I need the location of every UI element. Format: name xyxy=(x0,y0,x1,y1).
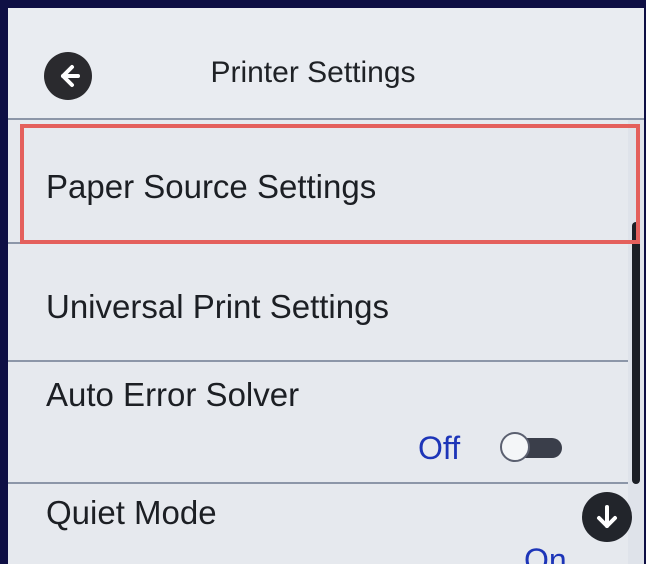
menu-item-universal-print-settings[interactable]: Universal Print Settings xyxy=(8,244,628,362)
menu-item-label: Auto Error Solver xyxy=(46,376,300,413)
scroll-thumb[interactable] xyxy=(632,222,640,484)
quiet-mode-status: On xyxy=(524,542,567,564)
device-frame: Printer Settings Paper Source Settings U… xyxy=(0,0,646,564)
menu-item-label: Quiet Mode xyxy=(46,494,217,531)
header: Printer Settings xyxy=(8,8,644,120)
menu-item-label: Universal Print Settings xyxy=(46,288,389,325)
menu-item-auto-error-solver[interactable]: Auto Error Solver Off xyxy=(8,362,628,484)
scroll-down-button[interactable] xyxy=(582,492,632,542)
printer-screen: Printer Settings Paper Source Settings U… xyxy=(8,8,644,564)
toggle-knob xyxy=(500,432,530,462)
auto-error-solver-status: Off xyxy=(418,430,461,466)
auto-error-solver-toggle[interactable] xyxy=(500,432,564,464)
menu-item-label: Paper Source Settings xyxy=(46,168,377,205)
page-title: Printer Settings xyxy=(210,56,416,89)
arrow-down-icon xyxy=(597,505,617,528)
menu-item-paper-source-settings[interactable]: Paper Source Settings xyxy=(8,120,628,244)
arrow-left-icon xyxy=(61,65,80,87)
scrollbar[interactable] xyxy=(628,120,644,564)
menu-item-quiet-mode[interactable]: Quiet Mode On xyxy=(8,484,628,564)
back-button[interactable] xyxy=(44,52,92,100)
